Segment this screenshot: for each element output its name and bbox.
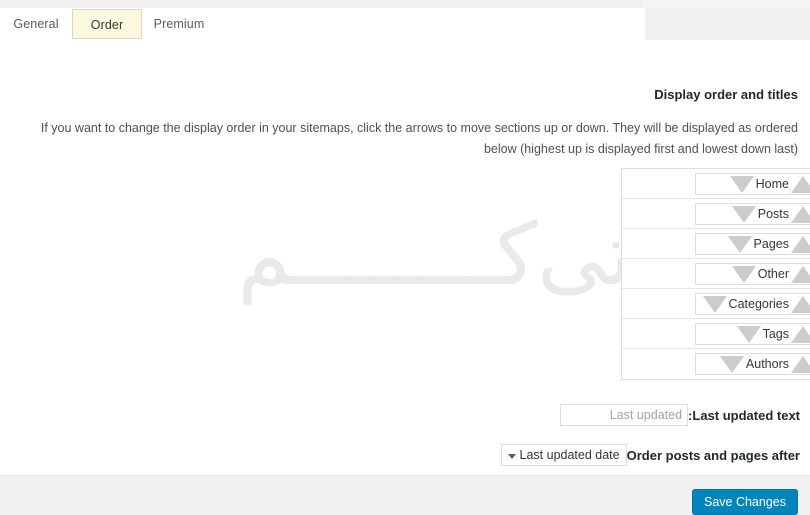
order-row[interactable]: Pages [622, 229, 810, 259]
arrow-down-icon[interactable] [702, 295, 727, 313]
order-after-row: Order posts and pages after Last updated… [494, 444, 800, 466]
arrow-down-icon[interactable] [736, 325, 761, 343]
order-item-label: Authors [745, 357, 789, 371]
tab-order[interactable]: Order [72, 9, 142, 39]
order-item-authors[interactable]: Authors [695, 353, 810, 375]
order-item-categories[interactable]: Categories [695, 293, 810, 315]
footer-bar: Save Changes [0, 476, 810, 515]
arrow-up-icon[interactable] [791, 205, 810, 223]
order-item-label: Categories [728, 297, 789, 311]
arrow-down-icon[interactable] [731, 265, 756, 283]
section-title: Display order and titles [654, 87, 798, 102]
watermark-text: تی‌کــــــــم [237, 205, 633, 305]
save-changes-button[interactable]: Save Changes [691, 489, 798, 515]
order-after-label: Order posts and pages after [626, 447, 800, 463]
chevron-down-icon [507, 454, 516, 459]
arrow-down-icon[interactable] [729, 175, 754, 193]
order-after-selected-value: Last updated date [519, 448, 620, 462]
tab-premium[interactable]: Premium [142, 9, 216, 39]
display-order-list: Home Posts Pages Other Categories Tags A… [621, 168, 810, 380]
order-row[interactable]: Categories [622, 289, 810, 319]
arrow-up-icon[interactable] [791, 355, 810, 373]
order-row[interactable]: Authors [622, 349, 810, 379]
last-updated-text-label: Last updated text: [688, 407, 800, 423]
tab-bar: General Order Premium [0, 8, 810, 40]
arrow-up-icon[interactable] [791, 235, 810, 253]
tab-general[interactable]: General [0, 9, 72, 39]
arrow-up-icon[interactable] [791, 175, 810, 193]
order-item-other[interactable]: Other [695, 263, 810, 285]
order-item-label: Home [755, 177, 789, 191]
arrow-down-icon[interactable] [727, 235, 752, 253]
last-updated-text-row: Last updated text: [554, 404, 800, 426]
order-row[interactable]: Home [622, 169, 810, 199]
arrow-down-icon[interactable] [719, 355, 744, 373]
arrow-up-icon[interactable] [791, 295, 810, 313]
order-item-label: Other [757, 267, 789, 281]
arrow-up-icon[interactable] [791, 265, 810, 283]
settings-panel: تی‌کــــــــم Display order and titles I… [0, 40, 810, 476]
order-after-select[interactable]: Last updated date [500, 444, 627, 466]
order-item-label: Posts [757, 207, 789, 221]
order-item-label: Pages [753, 237, 789, 251]
order-row[interactable]: Posts [622, 199, 810, 229]
last-updated-text-input[interactable] [560, 404, 689, 426]
order-item-pages[interactable]: Pages [695, 233, 810, 255]
top-strip [0, 0, 810, 9]
order-item-label: Tags [762, 327, 789, 341]
arrow-down-icon[interactable] [731, 205, 756, 223]
order-item-home[interactable]: Home [695, 173, 810, 195]
order-row[interactable]: Other [622, 259, 810, 289]
arrow-up-icon[interactable] [791, 325, 810, 343]
order-item-posts[interactable]: Posts [695, 203, 810, 225]
order-row[interactable]: Tags [622, 319, 810, 349]
section-description: If you want to change the display order … [40, 121, 798, 156]
order-item-tags[interactable]: Tags [695, 323, 810, 345]
